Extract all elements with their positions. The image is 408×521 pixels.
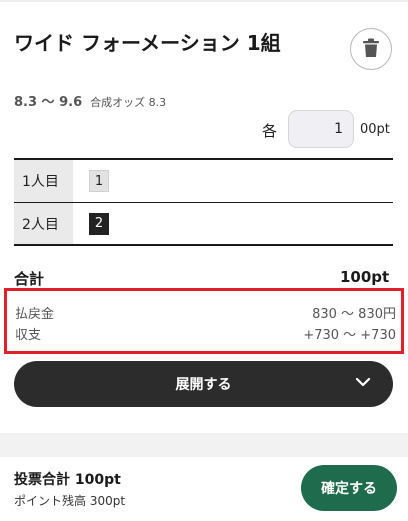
amount-input[interactable] — [288, 110, 354, 148]
horse-row-label: 2人目 — [14, 203, 73, 244]
bet-title: ワイド フォーメーション 1組 — [14, 31, 281, 55]
refund-row: 払戻金 830 〜 830円 — [15, 303, 396, 322]
balance-label: 収支 — [15, 328, 42, 343]
horse-row-cell: 2 — [73, 203, 393, 244]
balance-value: +730 〜 +730 — [303, 328, 396, 343]
balance-row: 収支 +730 〜 +730 — [15, 324, 396, 343]
point-balance: ポイント残高 300pt — [14, 494, 126, 508]
total-label: 合計 — [14, 270, 45, 288]
expand-label: 展開する — [175, 376, 232, 392]
confirm-button[interactable]: 確定する — [301, 465, 397, 511]
horse-table: 1人目 1 2人目 2 — [14, 158, 393, 246]
odds-range: 8.3 〜 9.6 — [14, 95, 83, 110]
horse-row-label: 1人目 — [14, 160, 73, 202]
refund-value: 830 〜 830円 — [312, 307, 396, 322]
vote-total: 投票合計 100pt — [14, 472, 121, 488]
payout-summary: 払戻金 830 〜 830円 収支 +730 〜 +730 — [4, 288, 404, 354]
bet-slip-page: ワイド フォーメーション 1組 8.3 〜 9.6 合成オッズ 8.3 各 00… — [0, 0, 408, 521]
horse-number-badge: 1 — [89, 170, 109, 192]
horse-row-cell: 1 — [73, 160, 393, 202]
each-label: 各 — [262, 122, 278, 140]
combined-odds: 合成オッズ 8.3 — [90, 96, 167, 109]
expand-button[interactable]: 展開する — [14, 361, 393, 407]
total-value: 100pt — [340, 268, 390, 286]
odds-row: 8.3 〜 9.6 合成オッズ 8.3 — [14, 91, 167, 110]
section-divider — [0, 433, 408, 457]
delete-button[interactable] — [350, 28, 392, 70]
chevron-down-icon — [355, 376, 371, 391]
footer-bar: 投票合計 100pt ポイント残高 300pt 確定する — [0, 457, 408, 521]
table-row: 2人目 2 — [14, 203, 393, 246]
top-border — [0, 0, 408, 2]
refund-label: 払戻金 — [15, 307, 55, 322]
horse-number-badge: 2 — [89, 212, 109, 235]
table-row: 1人目 1 — [14, 160, 393, 203]
trash-icon — [362, 38, 380, 61]
amount-unit: 00pt — [360, 122, 390, 137]
